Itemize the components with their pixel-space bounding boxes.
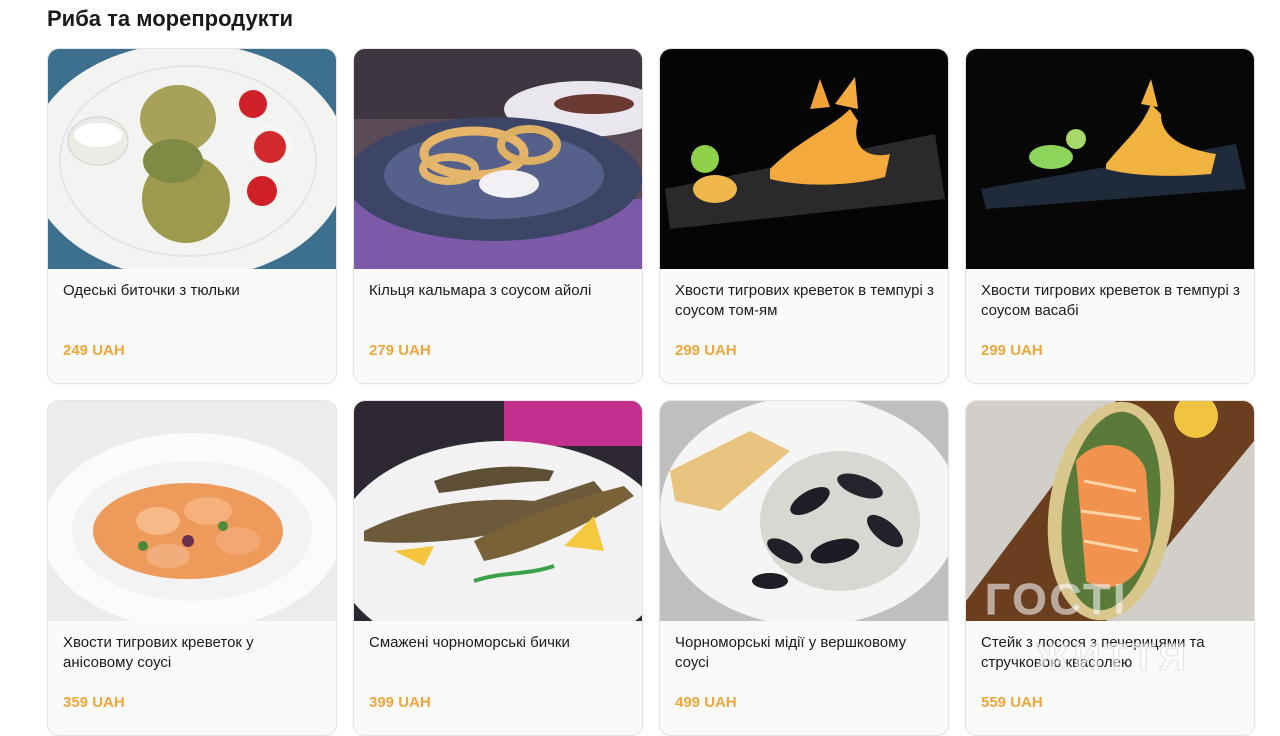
product-price: 559 UAH bbox=[981, 694, 1043, 711]
product-card[interactable]: Одеські биточки з тюльки 249 UAH bbox=[47, 48, 337, 384]
product-info: Чорноморські мідії у вершковому соусі 49… bbox=[660, 621, 948, 735]
dish-image bbox=[354, 401, 642, 621]
product-card[interactable]: Кільця кальмара з соусом айолі 279 UAH bbox=[353, 48, 643, 384]
product-photo[interactable] bbox=[660, 401, 948, 621]
dish-image bbox=[660, 49, 948, 269]
product-card[interactable]: Хвости тигрових креветок в темпурі з соу… bbox=[965, 48, 1255, 384]
product-card[interactable]: Хвости тигрових креветок в темпурі з соу… bbox=[659, 48, 949, 384]
product-name[interactable]: Хвости тигрових креветок в темпурі з соу… bbox=[675, 281, 934, 321]
dish-image bbox=[48, 49, 336, 269]
product-price: 499 UAH bbox=[675, 694, 737, 711]
product-photo[interactable] bbox=[354, 401, 642, 621]
product-photo[interactable] bbox=[354, 49, 642, 269]
product-name[interactable]: Хвости тигрових креветок в темпурі з соу… bbox=[981, 281, 1240, 321]
product-name[interactable]: Смажені чорноморські бички bbox=[369, 633, 628, 653]
product-info: Хвости тигрових креветок у анісовому соу… bbox=[48, 621, 336, 735]
product-info: Хвости тигрових креветок в темпурі з соу… bbox=[966, 269, 1254, 383]
product-price: 359 UAH bbox=[63, 694, 125, 711]
product-price: 249 UAH bbox=[63, 342, 125, 359]
product-price: 299 UAH bbox=[675, 342, 737, 359]
product-photo[interactable] bbox=[48, 401, 336, 621]
product-price: 399 UAH bbox=[369, 694, 431, 711]
product-name[interactable]: Стейк з лосося з печерицями та стручково… bbox=[981, 633, 1240, 673]
product-name[interactable]: Кільця кальмара з соусом айолі bbox=[369, 281, 628, 301]
product-card[interactable]: Хвости тигрових креветок у анісовому соу… bbox=[47, 400, 337, 736]
product-price: 299 UAH bbox=[981, 342, 1043, 359]
product-photo[interactable] bbox=[48, 49, 336, 269]
product-card[interactable]: Стейк з лосося з печерицями та стручково… bbox=[965, 400, 1255, 736]
dish-image bbox=[966, 49, 1254, 269]
product-name[interactable]: Одеські биточки з тюльки bbox=[63, 281, 322, 301]
dish-image bbox=[966, 401, 1254, 621]
product-photo[interactable] bbox=[660, 49, 948, 269]
dish-image bbox=[354, 49, 642, 269]
dish-image bbox=[48, 401, 336, 621]
product-photo[interactable] bbox=[966, 401, 1254, 621]
product-name[interactable]: Хвости тигрових креветок у анісовому соу… bbox=[63, 633, 322, 673]
product-card[interactable]: Смажені чорноморські бички 399 UAH bbox=[353, 400, 643, 736]
dish-image bbox=[660, 401, 948, 621]
product-photo[interactable] bbox=[966, 49, 1254, 269]
product-info: Смажені чорноморські бички 399 UAH bbox=[354, 621, 642, 735]
section-title: Риба та морепродукти bbox=[47, 6, 294, 31]
product-info: Хвости тигрових креветок в темпурі з соу… bbox=[660, 269, 948, 383]
product-name[interactable]: Чорноморські мідії у вершковому соусі bbox=[675, 633, 934, 673]
product-price: 279 UAH bbox=[369, 342, 431, 359]
product-info: Одеські биточки з тюльки 249 UAH bbox=[48, 269, 336, 383]
product-info: Кільця кальмара з соусом айолі 279 UAH bbox=[354, 269, 642, 383]
product-card[interactable]: Чорноморські мідії у вершковому соусі 49… bbox=[659, 400, 949, 736]
product-info: Стейк з лосося з печерицями та стручково… bbox=[966, 621, 1254, 735]
